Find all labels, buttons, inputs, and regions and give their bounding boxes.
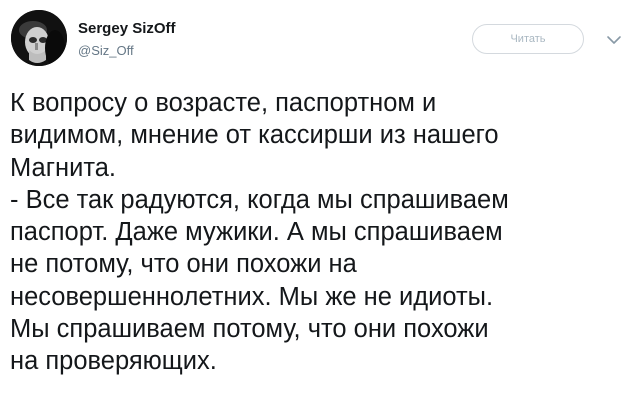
- tweet-text-line: К вопросу о возрасте, паспортном и: [10, 89, 437, 117]
- tweet-text-line: Магнита.: [10, 153, 116, 182]
- tweet-text-line: несовершеннолетних. Мы же не идиоты.: [10, 282, 494, 311]
- tweet-text: К вопросу о возрасте, паспортном и видим…: [10, 87, 635, 378]
- avatar[interactable]: [11, 10, 67, 66]
- tweet-text-line: на проверяющих.: [10, 347, 217, 376]
- tweet-text-line: паспорт. Даже мужики. А мы спрашиваем: [10, 218, 503, 247]
- portrait-avatar-image: [11, 10, 67, 66]
- tweet-text-line: - Все так радуются, когда мы спрашиваем: [10, 185, 509, 214]
- follow-button[interactable]: Читать: [472, 24, 584, 54]
- display-name[interactable]: Sergey SizOff: [78, 20, 176, 38]
- chevron-down-icon[interactable]: [604, 32, 624, 48]
- tweet-text-line: Мы спрашиваем потому, что они похожи: [10, 315, 489, 344]
- tweet-text-line: видимом, мнение от кассирши из нашего: [10, 121, 499, 150]
- username[interactable]: @Siz_Off: [78, 43, 134, 59]
- tweet-card: Sergey SizOff @Siz_Off Читать К вопросу …: [0, 0, 640, 419]
- tweet-text-line: не потому, что они похожи на: [10, 250, 357, 279]
